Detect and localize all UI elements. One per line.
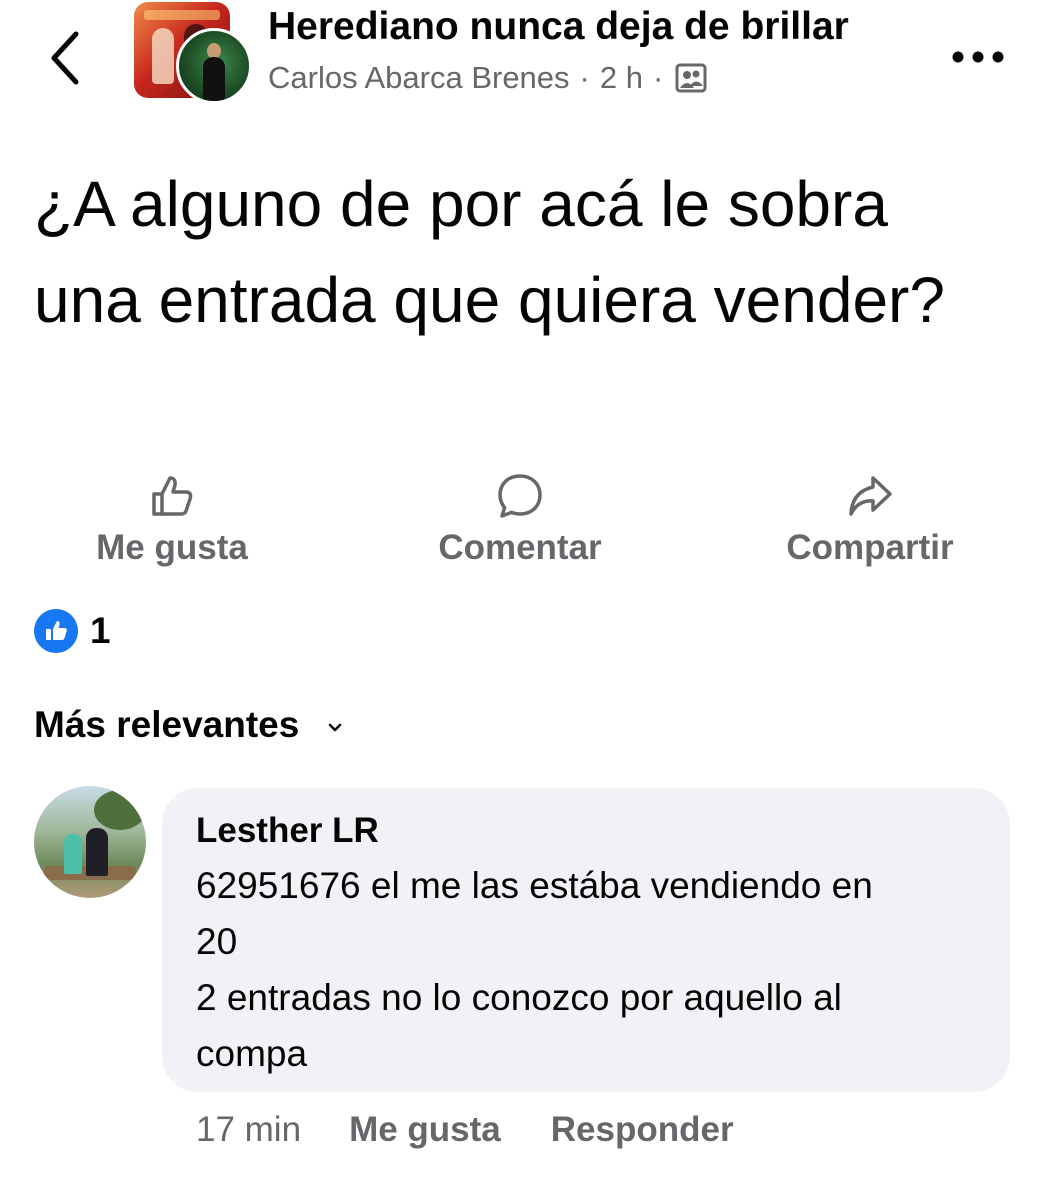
- author-name[interactable]: Carlos Abarca Brenes: [268, 58, 570, 98]
- comment-reply-button[interactable]: Responder: [551, 1110, 734, 1150]
- comment-line: 20: [196, 921, 238, 962]
- post-header: Herediano nunca deja de brillar Carlos A…: [0, 0, 1044, 120]
- like-badge-icon: [34, 609, 78, 653]
- sort-label: Más relevantes: [34, 704, 300, 745]
- like-button[interactable]: Me gusta: [72, 470, 272, 570]
- comment-line: 62951676 el me las estába vendiendo en: [196, 865, 873, 906]
- comment-like-button[interactable]: Me gusta: [349, 1110, 501, 1150]
- comments-sort-dropdown[interactable]: Más relevantes: [34, 700, 345, 750]
- back-button[interactable]: [44, 28, 88, 88]
- meta-separator: ·: [652, 60, 664, 95]
- members-icon: [675, 63, 707, 93]
- comment-time[interactable]: 17 min: [196, 1110, 301, 1150]
- comment-footer: 17 min Me gusta Responder: [196, 1106, 784, 1154]
- reaction-summary[interactable]: 1: [34, 608, 111, 654]
- chevron-left-icon: [51, 31, 79, 85]
- comment-line: compa: [196, 1033, 308, 1074]
- group-name[interactable]: Herediano nunca deja de brillar: [268, 4, 849, 50]
- post-time[interactable]: 2 h: [600, 58, 643, 98]
- more-horizontal-icon: [952, 51, 1004, 63]
- post-meta: Carlos Abarca Brenes · 2 h ·: [268, 58, 707, 98]
- post-text: ¿A alguno de por acá le sobra una entrad…: [34, 168, 945, 336]
- share-button[interactable]: Compartir: [770, 470, 970, 570]
- group-avatar[interactable]: [134, 2, 252, 104]
- comment-author[interactable]: Lesther LR: [196, 810, 379, 852]
- chevron-down-icon: [329, 723, 342, 732]
- like-label: Me gusta: [96, 528, 248, 567]
- comment-button[interactable]: Comentar: [420, 470, 620, 570]
- thumbs-up-icon: [152, 476, 193, 516]
- more-options-button[interactable]: [948, 44, 1008, 70]
- share-arrow-icon: [849, 476, 892, 516]
- comment-text: 62951676 el me las estába vendiendo en 2…: [196, 858, 996, 1082]
- meta-separator: ·: [579, 60, 590, 95]
- commenter-avatar[interactable]: [34, 786, 146, 898]
- reaction-count: 1: [90, 610, 111, 651]
- comment-bubble-icon: [498, 474, 542, 518]
- comment-line: 2 entradas no lo conozco por aquello al: [196, 977, 842, 1018]
- author-avatar: [176, 28, 252, 104]
- comment-bubble[interactable]: Lesther LR 62951676 el me las estába ven…: [162, 788, 1010, 1092]
- comment-label: Comentar: [438, 528, 602, 567]
- post-actions: Me gusta Comentar Compartir: [0, 470, 1044, 570]
- share-label: Compartir: [786, 528, 954, 567]
